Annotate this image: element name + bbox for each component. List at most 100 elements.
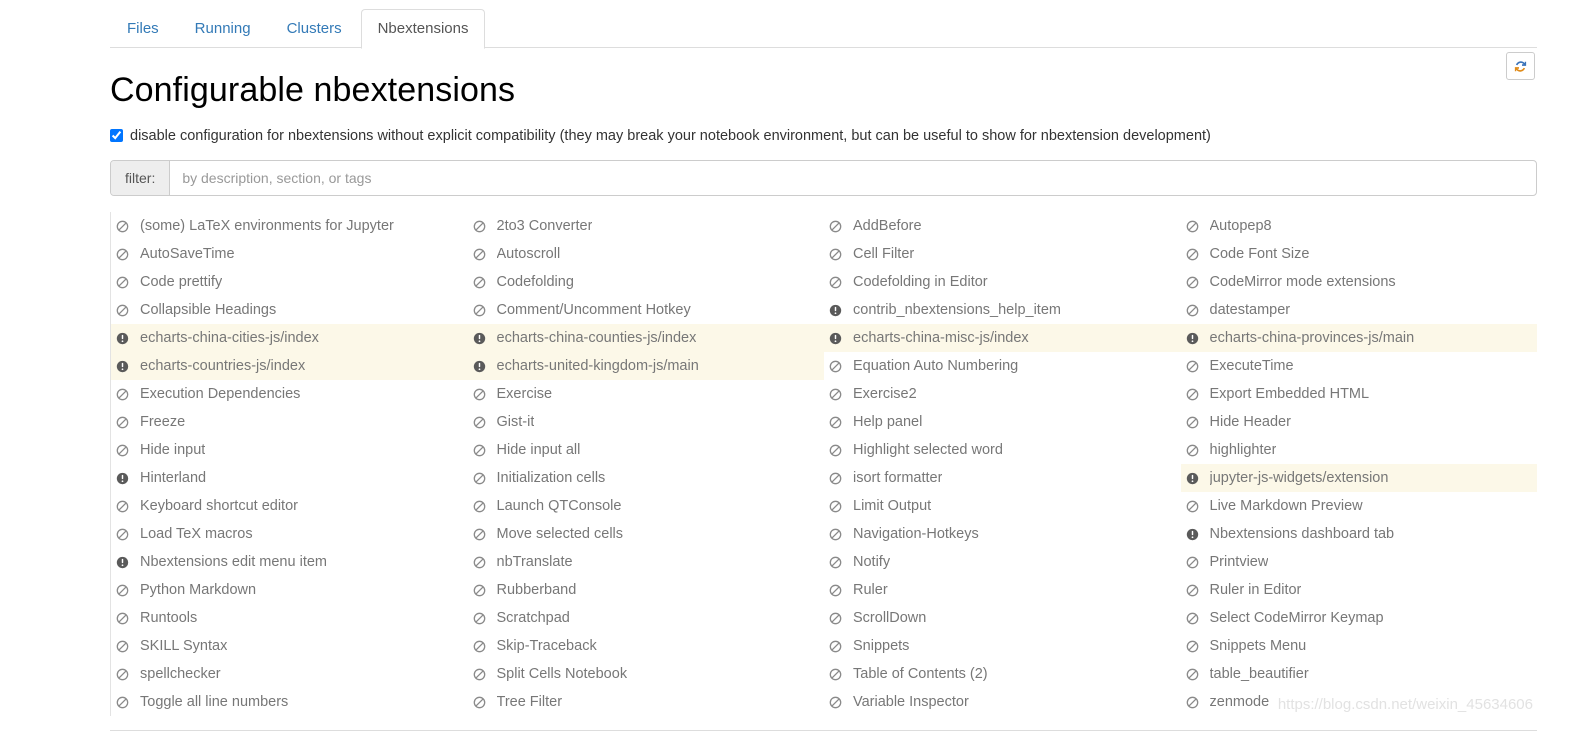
ban-icon <box>829 555 846 569</box>
extension-item[interactable]: CodeMirror mode extensions <box>1181 268 1538 296</box>
extension-item[interactable]: Notify <box>824 548 1181 576</box>
extension-name: Freeze <box>140 414 186 430</box>
ban-icon <box>473 639 490 653</box>
ban-icon <box>473 471 490 485</box>
extension-item[interactable]: Highlight selected word <box>824 436 1181 464</box>
extension-item[interactable]: Rubberband <box>468 576 825 604</box>
refresh-button[interactable] <box>1506 52 1535 80</box>
extension-item[interactable]: Comment/Uncomment Hotkey <box>468 296 825 324</box>
extension-item[interactable]: Move selected cells <box>468 520 825 548</box>
extension-item[interactable]: Ruler <box>824 576 1181 604</box>
extension-item[interactable]: ExecuteTime <box>1181 352 1538 380</box>
extension-item[interactable]: Exercise2 <box>824 380 1181 408</box>
extension-name: AutoSaveTime <box>140 246 235 262</box>
extension-item[interactable]: echarts-countries-js/index <box>111 352 468 381</box>
exclamation-circle-icon <box>473 331 490 345</box>
compat-toggle-row[interactable]: disable configuration for nbextensions w… <box>110 127 1537 146</box>
extension-name: datestamper <box>1209 302 1291 318</box>
extension-item[interactable]: Ruler in Editor <box>1181 576 1538 604</box>
disable-configuration-checkbox[interactable] <box>110 129 123 143</box>
extension-item[interactable]: isort formatter <box>824 464 1181 492</box>
extension-item[interactable]: ScrollDown <box>824 604 1181 632</box>
extension-item[interactable]: zenmode <box>1181 688 1538 716</box>
extension-item[interactable]: Select CodeMirror Keymap <box>1181 604 1538 632</box>
extension-item[interactable]: Codefolding <box>468 268 825 296</box>
extension-item[interactable]: Hide input <box>111 436 468 464</box>
extension-item[interactable]: Hide input all <box>468 436 825 464</box>
extension-item[interactable]: Python Markdown <box>111 576 468 604</box>
extension-name: echarts-united-kingdom-js/main <box>496 358 699 374</box>
extension-item[interactable]: Table of Contents (2) <box>824 660 1181 688</box>
extension-item[interactable]: Collapsible Headings <box>111 296 468 324</box>
extension-item[interactable]: Cell Filter <box>824 240 1181 268</box>
extension-item[interactable]: Execution Dependencies <box>111 380 468 408</box>
extension-item[interactable]: Printview <box>1181 548 1538 576</box>
extension-item[interactable]: echarts-china-provinces-js/main <box>1180 324 1537 353</box>
extensions-panel: (some) LaTeX environments for Jupyter 2to… <box>110 212 1538 717</box>
extension-item[interactable]: echarts-china-counties-js/index <box>467 324 824 353</box>
extension-item[interactable]: nbTranslate <box>468 548 825 576</box>
extension-item[interactable]: highlighter <box>1181 436 1538 464</box>
exclamation-circle-icon <box>473 359 490 373</box>
extension-item[interactable]: Variable Inspector <box>824 688 1181 716</box>
tab-files[interactable]: Files <box>110 9 176 48</box>
extension-item[interactable]: Codefolding in Editor <box>824 268 1181 296</box>
extension-item[interactable]: Load TeX macros <box>111 520 468 548</box>
extension-item[interactable]: echarts-united-kingdom-js/main <box>467 352 824 381</box>
extension-item[interactable]: Split Cells Notebook <box>468 660 825 688</box>
extension-item[interactable]: Freeze <box>111 408 468 436</box>
extension-item[interactable]: Tree Filter <box>468 688 825 716</box>
extension-item[interactable]: Snippets Menu <box>1181 632 1538 660</box>
extension-item[interactable]: Keyboard shortcut editor <box>111 492 468 520</box>
extension-item[interactable]: datestamper <box>1181 296 1538 324</box>
extension-item[interactable]: Autopep8 <box>1181 212 1538 240</box>
extension-item[interactable]: Launch QTConsole <box>468 492 825 520</box>
extension-item[interactable]: Runtools <box>111 604 468 632</box>
extension-item[interactable]: Equation Auto Numbering <box>824 352 1181 380</box>
extension-item[interactable]: Export Embedded HTML <box>1181 380 1538 408</box>
extension-name: AddBefore <box>853 218 922 234</box>
extension-item[interactable]: Code Font Size <box>1181 240 1538 268</box>
extension-item[interactable]: Gist-it <box>468 408 825 436</box>
extension-item[interactable]: Help panel <box>824 408 1181 436</box>
extension-item[interactable]: Snippets <box>824 632 1181 660</box>
extension-item[interactable]: Exercise <box>468 380 825 408</box>
tab-clusters[interactable]: Clusters <box>270 9 359 48</box>
extension-item[interactable]: jupyter-js-widgets/extension <box>1180 464 1537 493</box>
extension-name: Runtools <box>140 610 198 626</box>
extension-name: Python Markdown <box>140 582 257 598</box>
extension-item[interactable]: Navigation-Hotkeys <box>824 520 1181 548</box>
extension-item[interactable]: AutoSaveTime <box>111 240 468 268</box>
extension-item[interactable]: (some) LaTeX environments for Jupyter <box>111 212 468 240</box>
extension-item[interactable]: Live Markdown Preview <box>1181 492 1538 520</box>
extension-item[interactable]: Toggle all line numbers <box>111 688 468 716</box>
tab-running[interactable]: Running <box>178 9 268 48</box>
extension-item[interactable]: 2to3 Converter <box>468 212 825 240</box>
extension-item[interactable]: Hide Header <box>1181 408 1538 436</box>
extension-item[interactable]: Hinterland <box>111 464 468 492</box>
extension-item[interactable]: spellchecker <box>111 660 468 688</box>
extension-item[interactable]: echarts-china-misc-js/index <box>824 324 1181 353</box>
extension-item[interactable]: Skip-Traceback <box>468 632 825 660</box>
extension-item[interactable]: contrib_nbextensions_help_item <box>824 296 1181 324</box>
extension-item[interactable]: Nbextensions edit menu item <box>111 548 468 576</box>
extension-name: Table of Contents (2) <box>853 666 988 682</box>
extension-name: spellchecker <box>140 666 221 682</box>
filter-input[interactable] <box>170 161 1536 196</box>
extension-name: jupyter-js-widgets/extension <box>1209 470 1389 486</box>
extension-item[interactable]: SKILL Syntax <box>111 632 468 660</box>
extension-item[interactable]: Code prettify <box>111 268 468 296</box>
ban-icon <box>829 583 846 597</box>
ban-icon <box>1186 667 1203 681</box>
extension-name: Hinterland <box>140 470 207 486</box>
extension-item[interactable]: Scratchpad <box>468 604 825 632</box>
extension-item[interactable]: echarts-china-cities-js/index <box>111 324 468 353</box>
extension-item[interactable]: AddBefore <box>824 212 1181 240</box>
extension-item[interactable]: Autoscroll <box>468 240 825 268</box>
extension-item[interactable]: Initialization cells <box>468 464 825 492</box>
extension-item[interactable]: Nbextensions dashboard tab <box>1181 520 1538 548</box>
extension-item[interactable]: Limit Output <box>824 492 1181 520</box>
ban-icon <box>1186 611 1203 625</box>
extension-item[interactable]: table_beautifier <box>1181 660 1538 688</box>
tab-nbextensions[interactable]: Nbextensions <box>360 9 486 49</box>
